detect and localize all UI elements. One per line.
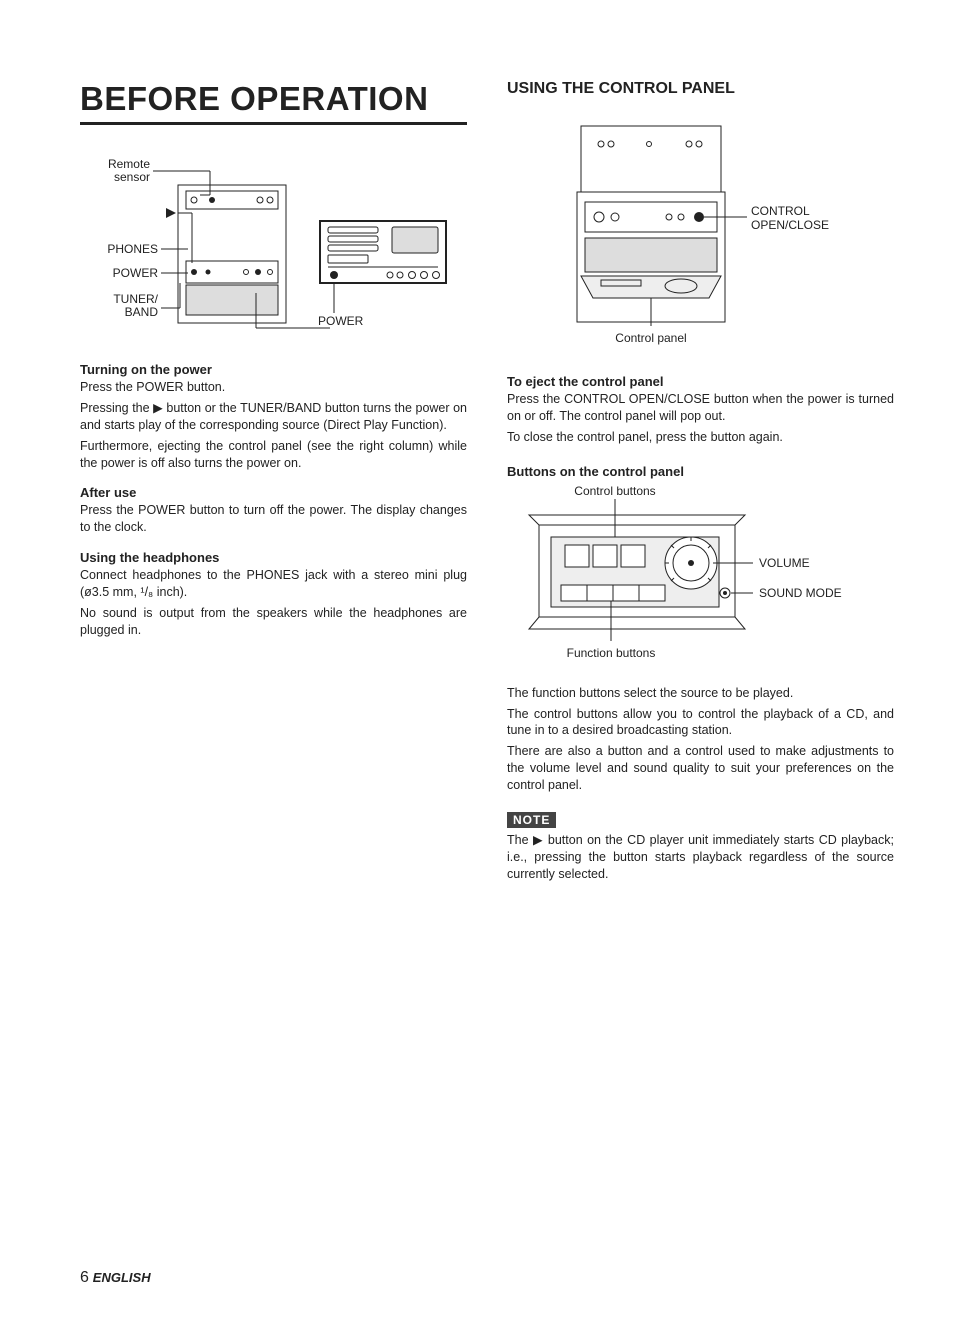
fig-label-control-buttons: Control buttons bbox=[574, 484, 655, 498]
fig-label-volume: VOLUME bbox=[759, 556, 810, 570]
heading-turning-on-power: Turning on the power bbox=[80, 362, 467, 377]
before-operation-title: BEFORE OPERATION bbox=[80, 80, 467, 125]
heading-buttons-on-control-panel: Buttons on the control panel bbox=[507, 464, 894, 479]
fig-label-control-panel: Control panel bbox=[615, 331, 686, 345]
text-power-2: Pressing the ▶ button or the TUNER/BAND … bbox=[80, 400, 467, 434]
note-label: NOTE bbox=[507, 812, 556, 828]
text-after-use: Press the POWER button to turn off the p… bbox=[80, 502, 467, 536]
figure-front-panel: Remotesensor PHONES POWER TUNER/BAND bbox=[80, 153, 467, 348]
fig-label-remote-sensor: Remotesensor bbox=[108, 157, 150, 184]
heading-after-use: After use bbox=[80, 485, 467, 500]
fig-label-tuner-band: TUNER/BAND bbox=[113, 292, 158, 319]
columns: BEFORE OPERATION Remotesensor PHONES POW… bbox=[80, 80, 894, 887]
figure-control-panel: CONTROLOPEN/CLOSE Control panel bbox=[507, 120, 894, 360]
play-icon bbox=[166, 208, 176, 218]
fig-label-control-open-close: CONTROLOPEN/CLOSE bbox=[751, 204, 829, 232]
text-power-1: Press the POWER button. bbox=[80, 379, 467, 396]
text-buttons-1: The function buttons select the source t… bbox=[507, 685, 894, 702]
note-text: The ▶ button on the CD player unit immed… bbox=[507, 832, 894, 883]
figure-control-panel-buttons: Control buttons bbox=[507, 481, 894, 671]
using-control-panel-title: USING THE CONTROL PANEL bbox=[507, 80, 894, 98]
text-phones-2: No sound is output from the speakers whi… bbox=[80, 605, 467, 639]
heading-headphones: Using the headphones bbox=[80, 550, 467, 565]
text-eject-1: Press the CONTROL OPEN/CLOSE button when… bbox=[507, 391, 894, 425]
right-column: USING THE CONTROL PANEL bbox=[507, 80, 894, 887]
page-footer: 6 ENGLISH bbox=[80, 1269, 151, 1287]
text-eject-2: To close the control panel, press the bu… bbox=[507, 429, 894, 446]
text-buttons-3: There are also a button and a control us… bbox=[507, 743, 894, 794]
page-number: 6 bbox=[80, 1269, 89, 1286]
fig-label-phones: PHONES bbox=[107, 242, 158, 256]
fig-label-power-left: POWER bbox=[113, 266, 159, 280]
page: BEFORE OPERATION Remotesensor PHONES POW… bbox=[0, 0, 954, 1337]
heading-eject-control-panel: To eject the control panel bbox=[507, 374, 894, 389]
fig-label-power-right: POWER bbox=[318, 314, 364, 328]
left-column: BEFORE OPERATION Remotesensor PHONES POW… bbox=[80, 80, 467, 887]
fig-label-function-buttons: Function buttons bbox=[567, 646, 656, 660]
fig-label-sound-mode: SOUND MODE bbox=[759, 586, 842, 600]
text-buttons-2: The control buttons allow you to control… bbox=[507, 706, 894, 740]
text-phones-1: Connect headphones to the PHONES jack wi… bbox=[80, 567, 467, 601]
text-power-3: Furthermore, ejecting the control panel … bbox=[80, 438, 467, 472]
page-language: ENGLISH bbox=[93, 1270, 151, 1285]
